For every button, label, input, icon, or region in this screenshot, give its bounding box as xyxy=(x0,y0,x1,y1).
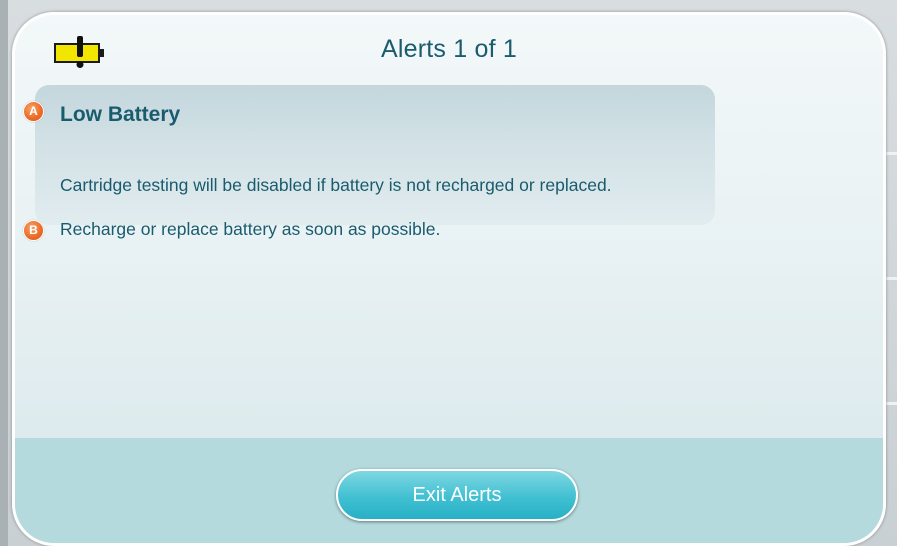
dialog-header: Alerts 1 of 1 xyxy=(15,15,883,83)
alerts-dialog: Alerts 1 of 1 A Low Battery Cartridge te… xyxy=(12,12,886,546)
dialog-title: Alerts 1 of 1 xyxy=(381,35,517,63)
callout-marker-b: B xyxy=(23,220,44,241)
alert-heading: Low Battery xyxy=(60,103,181,126)
alert-action-text: Recharge or replace battery as soon as p… xyxy=(60,219,441,239)
callout-marker-a: A xyxy=(23,101,44,122)
exit-alerts-button[interactable]: Exit Alerts xyxy=(336,469,578,521)
alert-detail-text: Cartridge testing will be disabled if ba… xyxy=(60,175,612,195)
